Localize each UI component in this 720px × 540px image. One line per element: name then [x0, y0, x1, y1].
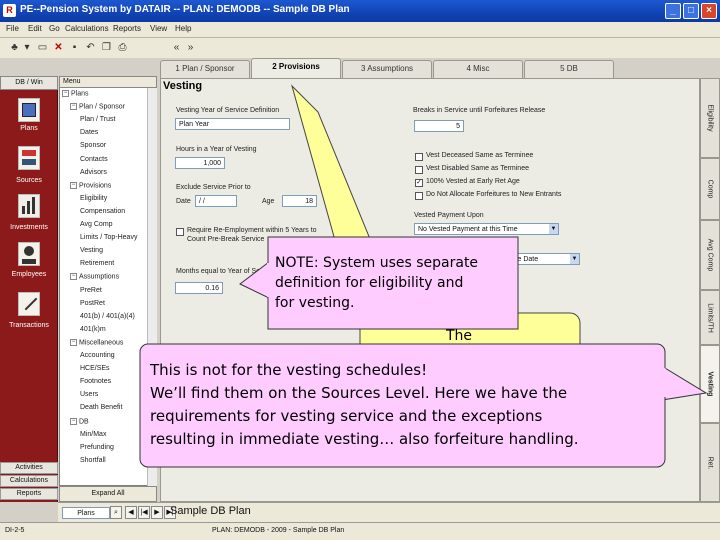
- note1-line3: for vesting.: [275, 295, 355, 311]
- note2-tail: [659, 364, 708, 401]
- note1-line1: NOTE: System uses separate: [275, 255, 479, 271]
- note1-tail: [239, 260, 270, 299]
- note2-line1: This is not for the vesting schedules!: [150, 361, 428, 379]
- note2-line2: We’ll find them on the Sources Level. He…: [150, 384, 568, 402]
- note2-line3: requirements for vesting service and the…: [150, 407, 543, 425]
- note2-line4: resulting in immediate vesting… also for…: [150, 430, 579, 448]
- note1-line2: definition for eligibility and: [275, 275, 464, 291]
- yellow-callout-text: The: [446, 328, 473, 344]
